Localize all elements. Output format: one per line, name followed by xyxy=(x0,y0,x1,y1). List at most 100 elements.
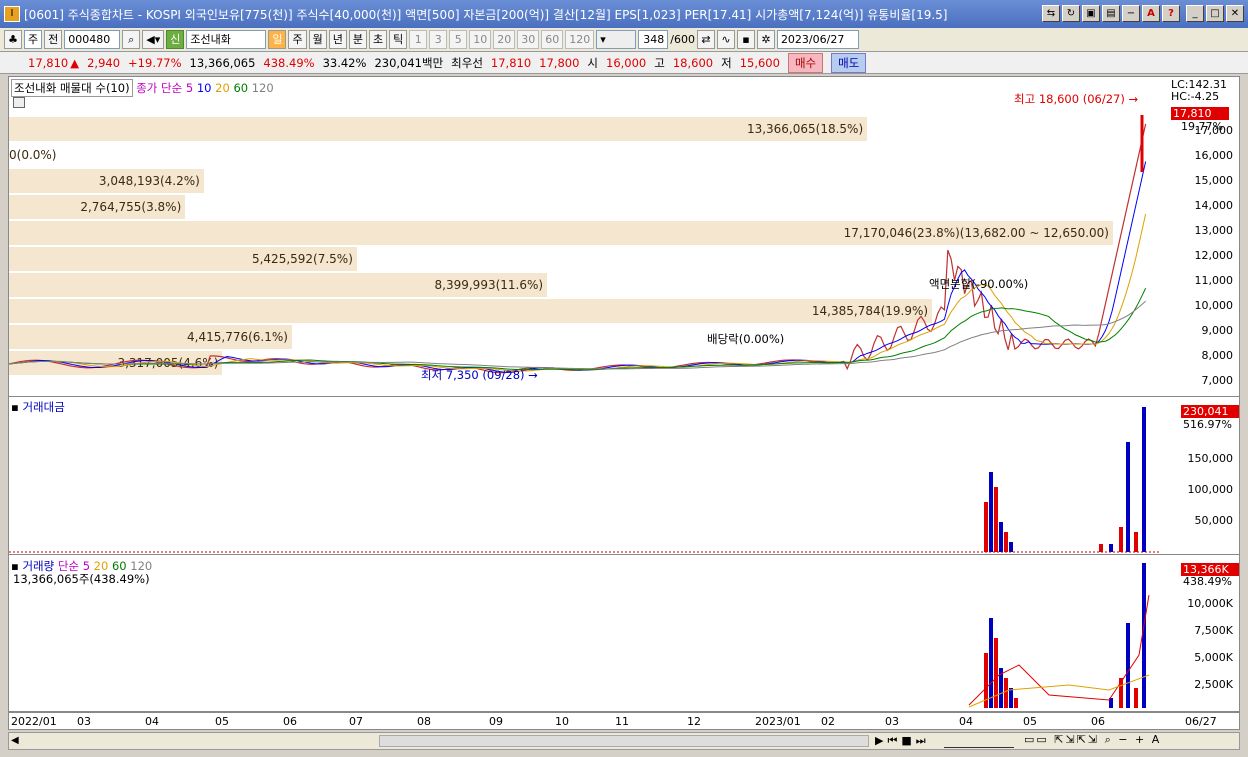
close-button[interactable]: ✕ xyxy=(1226,5,1244,22)
ma-5: 5 xyxy=(185,81,194,95)
change-pct: +19.77% xyxy=(128,55,182,70)
amount-bar xyxy=(1119,527,1123,552)
period-day[interactable]: 일 xyxy=(268,30,287,49)
save-icon[interactable]: ▪ xyxy=(736,30,755,49)
minimize-button[interactable]: _ xyxy=(1186,5,1204,22)
x-tick-label: 10 xyxy=(555,715,569,728)
amount-bars xyxy=(9,407,1159,553)
y-tick-label: 5,000K xyxy=(1194,651,1233,664)
settings-icon[interactable]: ✲ xyxy=(756,30,775,49)
search-icon[interactable]: ⌕ xyxy=(122,30,141,49)
moving-average-line xyxy=(9,161,1147,373)
volume-bar xyxy=(1004,678,1008,708)
amount-pane[interactable]: ▪ 거래대금 230,041 516.97% 150,000 100,000 50,… xyxy=(9,397,1239,555)
period-second[interactable]: 초 xyxy=(368,30,388,49)
y-tick-label: 14,000 xyxy=(1194,199,1234,212)
custom-period-select[interactable]: ▾ xyxy=(596,30,637,49)
y-tick-label: 50,000 xyxy=(1194,514,1234,527)
count-input[interactable]: 348 xyxy=(638,30,669,49)
dividend-annotation: 배당락(0.00%) xyxy=(707,332,785,346)
current-price: 17,810 xyxy=(28,55,69,70)
y-tick-label: 13,000 xyxy=(1194,224,1234,237)
chart-area[interactable]: 13,366,065(18.5%) 0(0.0%) 3,048,193(4.2%) 2… xyxy=(8,76,1240,712)
speaker-icon[interactable]: ◀▾ xyxy=(142,30,165,49)
amount-bar xyxy=(1134,532,1138,552)
link-icon[interactable]: ⇆ xyxy=(1042,5,1060,22)
low-price: 15,600 xyxy=(739,55,780,70)
volume-bars xyxy=(968,563,1150,708)
volume-bar xyxy=(1014,698,1018,708)
period-month[interactable]: 월 xyxy=(308,30,327,49)
amount-bar xyxy=(1109,544,1113,552)
volume-bar xyxy=(1134,688,1138,708)
amount-bar xyxy=(1009,542,1013,552)
x-axis: 2022/01 03 04 05 06 07 08 09 10 11 12 2023/01 02 03 04… xyxy=(8,712,1240,730)
x-tick-label: 09 xyxy=(489,715,503,728)
stock-name-field[interactable]: 조선내화 xyxy=(186,30,267,49)
maximize-button[interactable]: □ xyxy=(1206,5,1224,22)
prev-button[interactable]: 전 xyxy=(44,30,63,49)
volume-bar xyxy=(1009,688,1013,708)
x-tick-label: 06 xyxy=(1091,715,1105,728)
volume-bar xyxy=(1126,623,1130,708)
amount-bar xyxy=(984,502,988,552)
moving-average-line xyxy=(9,213,1147,372)
help-icon[interactable]: ? xyxy=(1162,5,1180,22)
period-year[interactable]: 년 xyxy=(328,30,347,49)
minute-5[interactable]: 5 xyxy=(449,30,468,49)
minute-10[interactable]: 10 xyxy=(469,30,492,49)
current-price-tag: 17,810 xyxy=(1171,107,1229,120)
type-select[interactable]: 주 xyxy=(24,30,43,49)
bottom-scrollbar[interactable]: ◀ ▶⏮■⏭ ▭▭ ⇱⇲⇱⇲ ⌕ − + A xyxy=(8,732,1240,750)
x-tick-label: 03 xyxy=(885,715,899,728)
y-tick-label: 11,000 xyxy=(1194,274,1234,287)
price-legend: 조선내화 매물대 수(10) 종가 단순 5 10 20 60 120 xyxy=(11,79,274,97)
ma-label: 종가 단순 xyxy=(136,81,183,95)
best-bid: 17,800 xyxy=(539,55,580,70)
period-minute[interactable]: 분 xyxy=(348,30,367,49)
buy-button[interactable]: 매수 xyxy=(787,52,824,73)
x-tick-label: 04 xyxy=(145,715,159,728)
best-label: 최우선 xyxy=(451,55,483,70)
y-tick-label: 8,000 xyxy=(1201,349,1234,362)
up-arrow-icon: ▲ xyxy=(70,55,80,70)
chart-type-icon[interactable]: ⇄ xyxy=(696,30,715,49)
minus-window-icon[interactable]: − xyxy=(1122,5,1140,22)
minute-3[interactable]: 3 xyxy=(429,30,448,49)
indicator-icon[interactable]: ∿ xyxy=(716,30,735,49)
refresh-icon[interactable]: ↻ xyxy=(1062,5,1080,22)
volume-pane[interactable]: ▪ 거래량 단순 5 20 60 120 13,366,065주(438.49%… xyxy=(9,555,1239,711)
x-tick-label: 2023/01 xyxy=(755,715,801,728)
date-input[interactable]: 2023/06/27 xyxy=(776,30,859,49)
window-icon[interactable]: ▣ xyxy=(1082,5,1100,22)
minute-30[interactable]: 30 xyxy=(517,30,540,49)
scroll-thumb[interactable] xyxy=(379,735,869,747)
scroll-left-icon[interactable]: ◀ xyxy=(11,735,23,747)
x-end-label: 06/27 xyxy=(1185,715,1217,728)
view-tools[interactable]: ▭▭ ⇱⇲⇱⇲ ⌕ − + A xyxy=(1024,733,1161,747)
profile-legend-box[interactable]: 조선내화 매물대 수(10) xyxy=(11,79,133,97)
code-input[interactable]: 000480 xyxy=(64,30,121,49)
period-week[interactable]: 주 xyxy=(288,30,307,49)
low-annotation: 최저 7,350 (09/28) → xyxy=(421,368,538,382)
volume-bar xyxy=(989,618,993,708)
amount-bar xyxy=(989,472,993,552)
pin-icon[interactable]: ♣ xyxy=(4,30,22,49)
y-tick-label: 10,000 xyxy=(1194,299,1234,312)
amount-bar xyxy=(1142,407,1146,552)
sell-button[interactable]: 매도 xyxy=(831,52,867,73)
zoom-slider[interactable] xyxy=(944,734,1014,748)
hc-label: HC:-4.25 xyxy=(1171,90,1220,103)
minute-120[interactable]: 120 xyxy=(565,30,595,49)
ma-60: 60 xyxy=(233,81,249,95)
playback-controls[interactable]: ▶⏮■⏭ xyxy=(875,734,930,748)
grid-icon[interactable] xyxy=(13,97,25,108)
period-tick[interactable]: 틱 xyxy=(389,30,408,49)
minute-1[interactable]: 1 xyxy=(409,30,428,49)
font-icon[interactable]: A xyxy=(1142,5,1160,22)
price-pane[interactable]: 13,366,065(18.5%) 0(0.0%) 3,048,193(4.2%) 2… xyxy=(9,77,1239,397)
volume-ratio: 438.49% xyxy=(263,55,315,70)
minute-20[interactable]: 20 xyxy=(493,30,516,49)
minute-60[interactable]: 60 xyxy=(541,30,564,49)
print-icon[interactable]: ▤ xyxy=(1102,5,1120,22)
